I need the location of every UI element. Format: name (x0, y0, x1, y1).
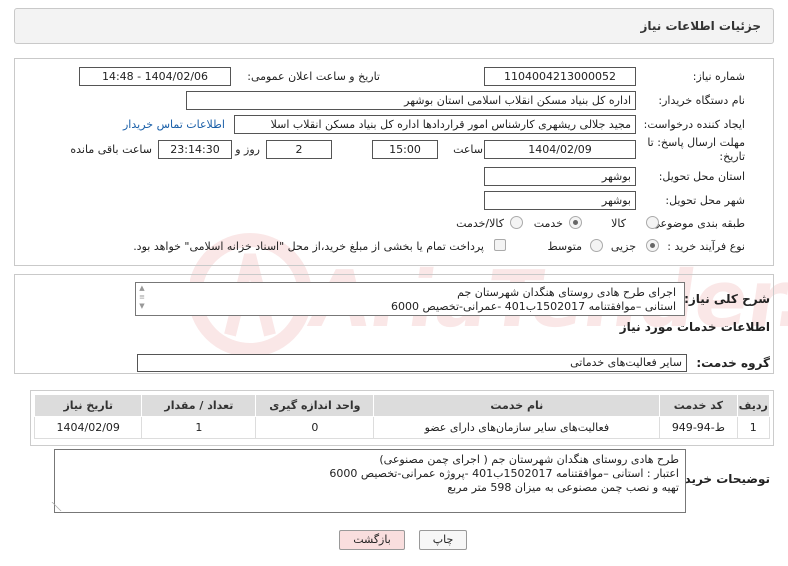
scroll-arrows-icon[interactable]: ▲ ≡ ▼ (137, 284, 147, 312)
services-table: ردیف کد خدمت نام خدمت واحد اندازه گیری ت… (33, 394, 771, 439)
deadline-date-field: 1404/02/09 (484, 140, 636, 159)
remaining-label: ساعت باقی مانده (70, 143, 152, 156)
service-group-field: سایر فعالیت‌های خدماتی (137, 354, 687, 372)
days-label: روز و (235, 143, 260, 156)
category-option-service: خدمت (533, 217, 563, 230)
col-row: ردیف (736, 394, 771, 417)
deadline-label: مهلت ارسال پاسخ: تا (647, 136, 745, 149)
buyer-org-label: نام دستگاه خریدار: (658, 94, 745, 107)
requester-label: ایجاد کننده درخواست: (643, 118, 745, 131)
city-label: شهر محل تحویل: (665, 194, 745, 207)
category-label: طبقه بندی موضوعی: (647, 217, 745, 230)
back-button[interactable]: بازگشت (339, 530, 405, 550)
cell-unit: 0 (255, 416, 375, 439)
col-name: نام خدمت (373, 394, 661, 417)
process-option-medium: متوسط (547, 240, 582, 253)
process-radio-minor[interactable] (646, 239, 659, 252)
province-label: استان محل تحویل: (658, 170, 745, 183)
col-code: کد خدمت (659, 394, 738, 417)
buyer-notes-textarea[interactable]: طرح هادی روستای هنگدان شهرستان جم ( اجرا… (54, 449, 686, 513)
deadline-time-label: ساعت (453, 143, 483, 156)
services-table-wrap: ردیف کد خدمت نام خدمت واحد اندازه گیری ت… (30, 390, 774, 446)
announce-label: تاریخ و ساعت اعلان عمومی: (247, 70, 380, 83)
cell-date: 1404/02/09 (33, 416, 143, 439)
buyer-notes-line-2: اعتبار : استانی –موافقتنامه 1502017ب401 … (329, 467, 679, 480)
col-qty: تعداد / مقدار (141, 394, 257, 417)
cell-qty: 1 (141, 416, 257, 439)
need-number-field: 1104004213000052 (484, 67, 636, 86)
cell-name: فعالیت‌های سایر سازمان‌های دارای عضو (373, 416, 661, 439)
panel-header: جزئیات اطلاعات نیاز (14, 8, 774, 44)
province-field: بوشهر (484, 167, 636, 186)
treasury-checkbox[interactable] (494, 239, 506, 251)
category-radio-goods-service[interactable] (510, 216, 523, 229)
buyer-org-field: اداره کل بنیاد مسکن انقلاب اسلامی استان … (186, 91, 636, 110)
city-field: بوشهر (484, 191, 636, 210)
details-section (14, 58, 774, 266)
service-group-label: گروه خدمت: (696, 356, 770, 370)
cell-row: 1 (736, 416, 771, 439)
page-title: جزئیات اطلاعات نیاز (640, 19, 761, 33)
cell-code: ط-94-949 (659, 416, 738, 439)
summary-label: شرح کلی نیاز: (684, 292, 770, 306)
category-option-goods-service: کالا/خدمت (456, 217, 504, 230)
requester-field: مجید جلالی ریشهری کارشناس امور قراردادها… (234, 115, 636, 134)
category-radio-goods[interactable] (646, 216, 659, 229)
contact-buyer-link[interactable]: اطلاعات تماس خریدار (123, 118, 225, 131)
announce-field: 1404/02/06 - 14:48 (79, 67, 231, 86)
print-button[interactable]: چاپ (419, 530, 467, 550)
process-option-minor: جزیی (610, 240, 636, 253)
buyer-notes-line-3: تهیه و نصب چمن مصنوعی به میزان 598 متر م… (447, 481, 679, 494)
deadline-time-field: 15:00 (372, 140, 438, 159)
remaining-time-field: 23:14:30 (158, 140, 232, 159)
summary-textarea[interactable]: اجرای طرح هادی روستای هنگدان شهرستان جم … (135, 282, 685, 316)
summary-line-1: اجرای طرح هادی روستای هنگدان شهرستان جم (457, 286, 676, 299)
days-field: 2 (266, 140, 332, 159)
buyer-notes-line-1: طرح هادی روستای هنگدان شهرستان جم ( اجرا… (379, 453, 679, 466)
treasury-note: پرداخت تمام یا بخشی از مبلغ خرید،از محل … (133, 240, 484, 253)
category-option-goods: کالا (611, 217, 626, 230)
table-row: 1 ط-94-949 فعالیت‌های سایر سازمان‌های دا… (33, 416, 771, 439)
summary-line-2: استانی –موافقتنامه 1502017ب401 -عمرانی-ت… (391, 300, 676, 313)
services-section-title: اطلاعات خدمات مورد نیاز (619, 320, 770, 334)
deadline-date-label: تاریخ: (719, 150, 745, 163)
col-date: تاریخ نیاز (33, 394, 143, 417)
category-radio-service[interactable] (569, 216, 582, 229)
process-radio-medium[interactable] (590, 239, 603, 252)
col-unit: واحد اندازه گیری (255, 394, 375, 417)
process-label: نوع فرآیند خرید : (667, 240, 745, 253)
table-header-row: ردیف کد خدمت نام خدمت واحد اندازه گیری ت… (33, 394, 771, 417)
need-number-label: شماره نیاز: (692, 70, 745, 83)
